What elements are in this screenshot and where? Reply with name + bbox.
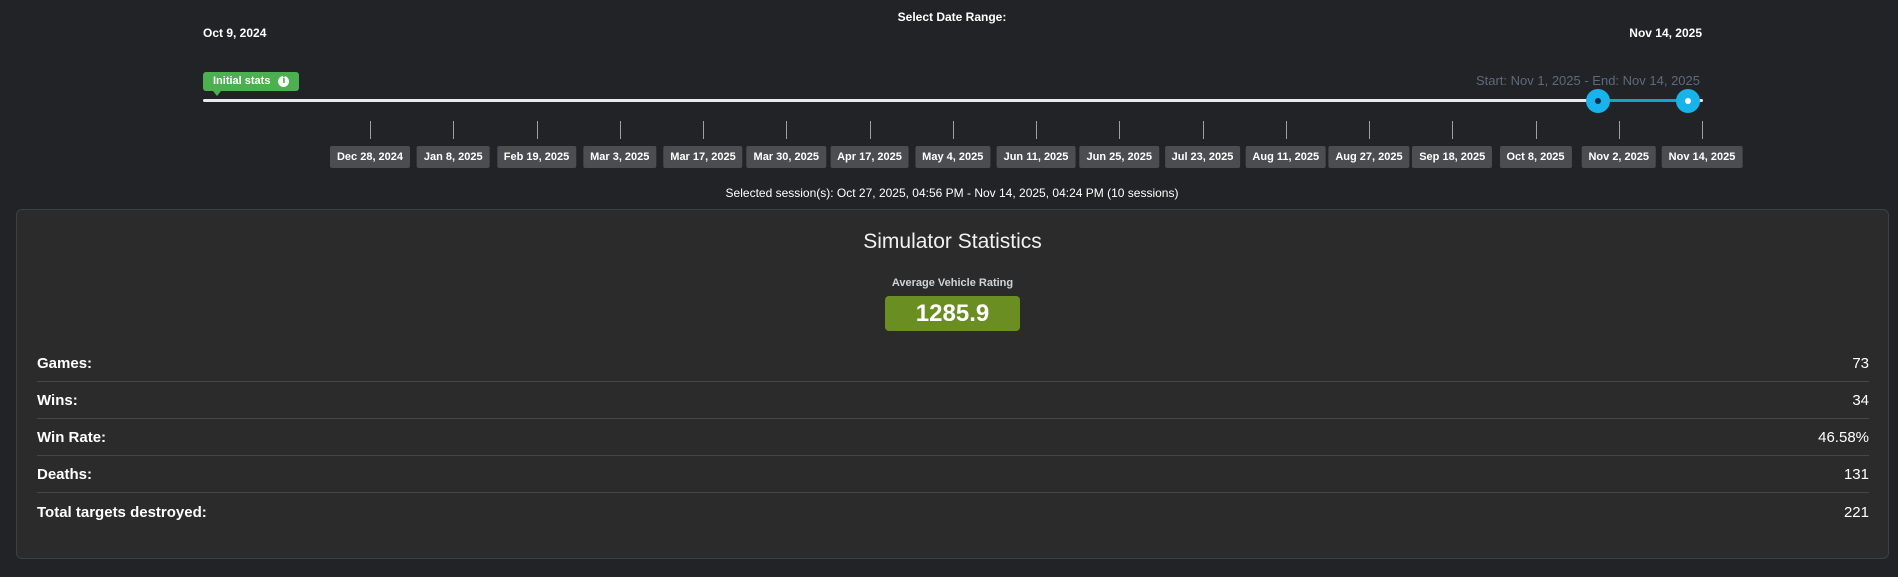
tick-mark [786, 121, 788, 139]
tick-label: Jan 8, 2025 [416, 146, 490, 168]
stats-title: Simulator Statistics [863, 230, 1042, 253]
stat-value: 73 [1852, 355, 1869, 372]
stat-label: Wins: [37, 392, 78, 409]
tick-mark [703, 121, 704, 139]
initial-stats-label: Initial stats [213, 75, 271, 87]
tick-mark [1119, 121, 1121, 139]
stat-label: Total targets destroyed: [37, 503, 207, 521]
tick-label: Feb 19, 2025 [496, 146, 577, 168]
tick-label: Nov 14, 2025 [1661, 146, 1743, 168]
stat-row-targets-destroyed: Total targets destroyed: 221 [37, 494, 1869, 530]
tick-label: Aug 27, 2025 [1328, 146, 1410, 168]
date-range-label: Select Date Range: [897, 10, 1007, 24]
tick-label: Mar 17, 2025 [663, 146, 743, 168]
tick-label: Jun 11, 2025 [996, 146, 1076, 168]
tick-mark [1036, 121, 1037, 139]
tick-mark [1452, 121, 1454, 139]
range-start-date: Oct 9, 2024 [203, 26, 267, 40]
tick-label: May 4, 2025 [915, 146, 991, 168]
tick-label: Apr 17, 2025 [830, 146, 909, 168]
rating-label: Average Vehicle Rating [891, 277, 1014, 289]
tick-mark [1202, 121, 1204, 139]
stat-value: 131 [1843, 466, 1869, 483]
tick-mark [869, 121, 871, 139]
stat-row-deaths: Deaths: 131 [37, 457, 1869, 493]
tick-label: Jul 23, 2025 [1164, 146, 1241, 168]
stat-row-win-rate: Win Rate: 46.58% [37, 420, 1869, 456]
stat-label: Win Rate: [37, 429, 107, 446]
tick-mark [619, 121, 621, 139]
range-start-handle[interactable] [1586, 89, 1610, 113]
tick-mark [1369, 121, 1370, 139]
stat-label: Games: [37, 355, 93, 372]
stat-label: Deaths: [37, 466, 93, 483]
stat-value: 46.58% [1818, 429, 1869, 446]
tick-mark [1535, 121, 1537, 139]
tick-label: Sep 18, 2025 [1412, 146, 1493, 168]
tick-label: Dec 28, 2024 [329, 146, 411, 168]
tick-label: Jun 25, 2025 [1079, 146, 1159, 168]
tick-mark [536, 121, 538, 139]
date-range-selected-fill [1598, 99, 1688, 102]
stat-row-wins: Wins: 34 [37, 383, 1869, 419]
session-summary: Selected session(s): Oct 27, 2025, 04:56… [725, 186, 1179, 200]
tick-label: Nov 2, 2025 [1581, 146, 1657, 168]
stats-card: Simulator Statistics Average Vehicle Rat… [16, 209, 1889, 559]
info-icon[interactable]: i [278, 76, 290, 87]
date-range-slider-track[interactable] [203, 99, 1703, 102]
tick-mark [952, 121, 954, 139]
tick-label: Mar 3, 2025 [583, 146, 657, 168]
tick-mark [1285, 121, 1287, 139]
tick-label: Oct 8, 2025 [1499, 146, 1572, 168]
initial-stats-button[interactable]: Initial stats i [203, 72, 300, 96]
tick-mark [1618, 121, 1620, 139]
tick-label: Mar 30, 2025 [746, 146, 826, 168]
stat-value: 221 [1843, 503, 1869, 521]
range-end-handle[interactable] [1676, 89, 1700, 113]
stat-row-games: Games: 73 [37, 346, 1869, 382]
stat-value: 34 [1852, 392, 1869, 409]
tick-mark [1702, 121, 1703, 139]
tick-mark [370, 121, 371, 139]
range-summary: Start: Nov 1, 2025 - End: Nov 14, 2025 [1475, 73, 1700, 88]
tick-mark [453, 121, 455, 139]
range-end-date: Nov 14, 2025 [1629, 26, 1702, 40]
tick-label: Aug 11, 2025 [1245, 146, 1327, 168]
rating-badge: 1285.9 [885, 296, 1020, 331]
